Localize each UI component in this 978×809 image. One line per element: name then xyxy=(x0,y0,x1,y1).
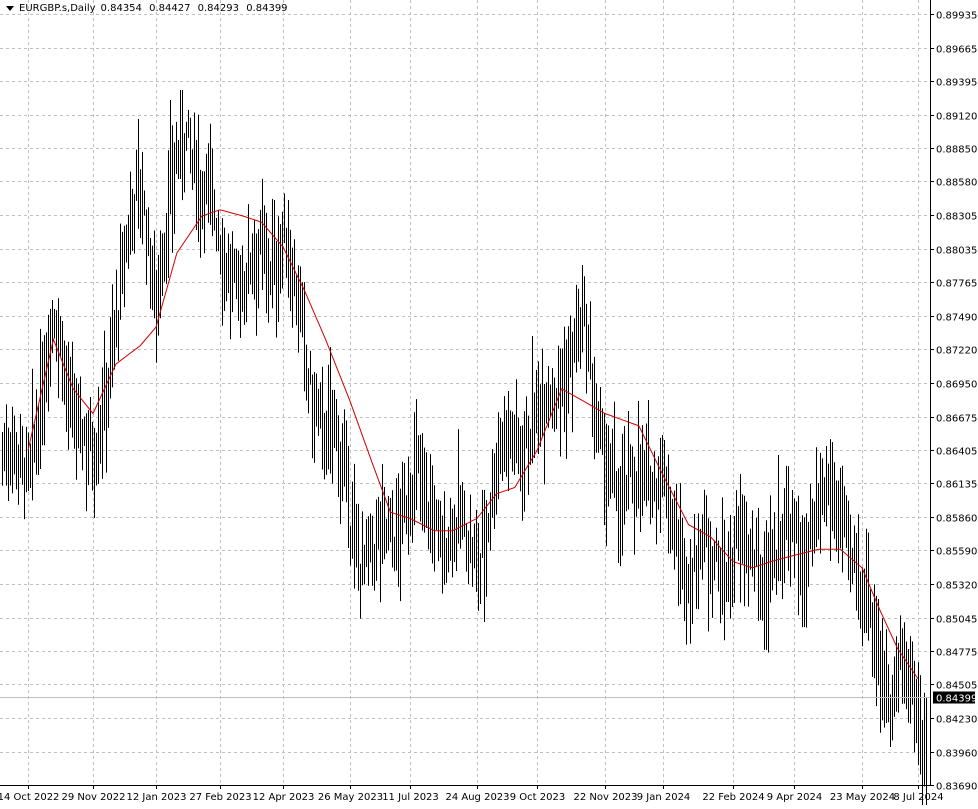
y-tick-label: 0.85045 xyxy=(936,615,977,626)
x-tick-label: 8 Jul 2024 xyxy=(893,792,943,803)
x-tick-label: 22 Nov 2023 xyxy=(573,792,637,803)
y-tick-label: 0.83960 xyxy=(936,749,977,760)
y-tick-label: 0.85590 xyxy=(936,547,977,558)
symbol-menu-triangle-icon[interactable] xyxy=(6,6,14,11)
x-tick-label: 22 Feb 2024 xyxy=(702,792,764,803)
y-tick-label: 0.88850 xyxy=(936,145,977,156)
close-value: 0.84399 xyxy=(246,3,288,14)
x-tick-label: 12 Jan 2023 xyxy=(127,792,187,803)
symbol-header: EURGBP.s,Daily 0.84354 0.84427 0.84293 0… xyxy=(6,3,292,14)
y-tick-label: 0.88580 xyxy=(936,178,977,189)
moving-average-line xyxy=(27,209,919,680)
x-tick-label: 9 Apr 2024 xyxy=(767,792,822,803)
y-tick-label: 0.84230 xyxy=(936,715,977,726)
y-tick-label: 0.87220 xyxy=(936,346,977,357)
chart-canvas[interactable]: 0.89935 0.89665 0.89395 0.89120 0.88850 0.885… xyxy=(0,0,978,809)
x-tick-label: 11 Jul 2023 xyxy=(382,792,439,803)
y-tick-label: 0.87490 xyxy=(936,313,977,324)
y-tick-label: 0.87765 xyxy=(936,279,977,290)
current-price-label: 0.84399 xyxy=(936,694,977,705)
y-tick-label: 0.86675 xyxy=(936,414,977,425)
x-tick-label: 24 Aug 2023 xyxy=(445,792,509,803)
symbol-label: EURGBP.s,Daily xyxy=(19,3,96,14)
y-tick-label: 0.86135 xyxy=(936,480,977,491)
y-tick-label: 0.89935 xyxy=(936,11,977,22)
x-tick-label: 26 May 2023 xyxy=(318,792,383,803)
price-chart[interactable]: 0.89935 0.89665 0.89395 0.89120 0.88850 0.885… xyxy=(0,0,978,809)
x-tick-label: 9 Oct 2023 xyxy=(510,792,565,803)
moving-average xyxy=(27,209,919,680)
x-tick-label: 9 Jan 2024 xyxy=(637,792,691,803)
y-tick-label: 0.85860 xyxy=(936,514,977,525)
x-tick-label: 14 Oct 2022 xyxy=(0,792,59,803)
y-tick-label: 0.85320 xyxy=(936,581,977,592)
y-tick-label: 0.86405 xyxy=(936,447,977,458)
grid xyxy=(0,0,930,786)
x-tick-label: 12 Apr 2023 xyxy=(253,792,315,803)
y-tick-label: 0.83690 xyxy=(936,782,977,793)
x-tick-label: 29 Nov 2022 xyxy=(61,792,125,803)
y-tick-label: 0.84775 xyxy=(936,648,977,659)
low-value: 0.84293 xyxy=(197,3,239,14)
y-tick-label: 0.89665 xyxy=(936,45,977,56)
y-tick-label: 0.86950 xyxy=(936,380,977,391)
axes: 0.89935 0.89665 0.89395 0.89120 0.88850 0.885… xyxy=(0,0,977,803)
open-value: 0.84354 xyxy=(100,3,142,14)
high-value: 0.84427 xyxy=(149,3,191,14)
y-tick-label: 0.84505 xyxy=(936,681,977,692)
y-tick-label: 0.88035 xyxy=(936,246,977,257)
x-tick-label: 27 Feb 2023 xyxy=(189,792,251,803)
ohlc-values: 0.84354 0.84427 0.84293 0.84399 xyxy=(101,3,292,14)
y-tick-label: 0.89120 xyxy=(936,112,977,123)
y-tick-label: 0.88305 xyxy=(936,212,977,223)
x-tick-label: 23 May 2024 xyxy=(830,792,895,803)
y-tick-label: 0.89395 xyxy=(936,78,977,89)
